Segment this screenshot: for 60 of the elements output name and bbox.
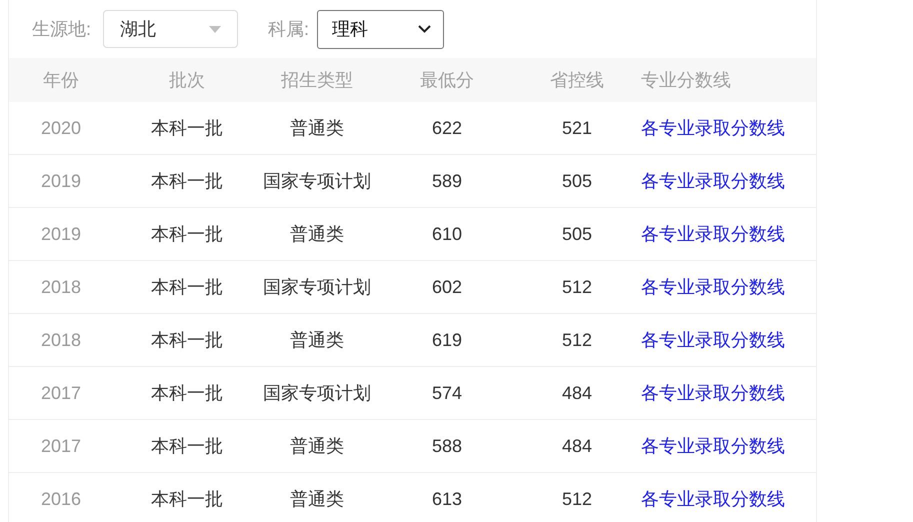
- year-cell: 2016: [40, 488, 82, 508]
- min-score-cell: 574: [432, 382, 462, 402]
- province-dropdown[interactable]: 湖北: [103, 10, 238, 48]
- year-cell: 2020: [40, 118, 82, 138]
- column-header: 省控线: [550, 70, 604, 90]
- major-scores-link[interactable]: 各专业录取分数线: [641, 276, 785, 296]
- column-header: 最低分: [420, 70, 474, 90]
- major-scores-link[interactable]: 各专业录取分数线: [641, 382, 785, 402]
- batch-cell: 本科一批: [151, 436, 223, 456]
- major-scores-link[interactable]: 各专业录取分数线: [641, 330, 785, 350]
- min-score-cell: 619: [432, 330, 462, 350]
- min-score-cell: 589: [432, 170, 462, 190]
- year-cell: 2019: [40, 170, 82, 190]
- subject-select[interactable]: 理科: [317, 10, 444, 48]
- filter-label: 科属:: [268, 18, 310, 40]
- major-scores-link[interactable]: 各专业录取分数线: [641, 224, 785, 244]
- control-line-cell: 512: [562, 276, 592, 296]
- batch-cell: 本科一批: [151, 118, 223, 138]
- major-scores-link[interactable]: 各专业录取分数线: [641, 170, 785, 190]
- year-cell: 2017: [40, 382, 82, 402]
- type-cell: 普通类: [290, 488, 344, 508]
- type-cell: 普通类: [290, 118, 344, 138]
- year-cell: 2018: [40, 276, 82, 296]
- batch-cell: 本科一批: [151, 276, 223, 296]
- major-scores-link[interactable]: 各专业录取分数线: [641, 436, 785, 456]
- major-scores-link[interactable]: 各专业录取分数线: [641, 488, 785, 508]
- min-score-cell: 588: [432, 436, 462, 456]
- column-header: 批次: [169, 70, 205, 90]
- batch-cell: 本科一批: [151, 488, 223, 508]
- batch-cell: 本科一批: [151, 170, 223, 190]
- year-cell: 2018: [40, 330, 82, 350]
- type-cell: 普通类: [290, 330, 344, 350]
- type-cell: 普通类: [290, 436, 344, 456]
- chevron-icon: [418, 25, 432, 33]
- min-score-cell: 610: [432, 224, 462, 244]
- caret-icon: [209, 26, 222, 32]
- column-header: 年份: [43, 70, 79, 90]
- year-cell: 2019: [40, 224, 82, 244]
- control-line-cell: 512: [562, 330, 592, 350]
- control-line-cell: 484: [562, 382, 592, 402]
- type-cell: 普通类: [290, 224, 344, 244]
- type-cell: 国家专项计划: [263, 170, 371, 190]
- batch-cell: 本科一批: [151, 382, 223, 402]
- batch-cell: 本科一批: [151, 224, 223, 244]
- major-scores-link[interactable]: 各专业录取分数线: [641, 118, 785, 138]
- batch-cell: 本科一批: [151, 330, 223, 350]
- control-line-cell: 505: [562, 170, 592, 190]
- type-cell: 国家专项计划: [263, 276, 371, 296]
- type-cell: 国家专项计划: [263, 382, 371, 402]
- min-score-cell: 622: [432, 118, 462, 138]
- min-score-cell: 602: [432, 276, 462, 296]
- min-score-cell: 613: [432, 488, 462, 508]
- filter-label: 生源地:: [32, 18, 92, 40]
- control-line-cell: 512: [562, 488, 592, 508]
- year-cell: 2017: [40, 436, 82, 456]
- column-header: 招生类型: [281, 70, 353, 90]
- control-line-cell: 505: [562, 224, 592, 244]
- control-line-cell: 521: [562, 118, 592, 138]
- control-line-cell: 484: [562, 436, 592, 456]
- column-header: 专业分数线: [641, 70, 731, 90]
